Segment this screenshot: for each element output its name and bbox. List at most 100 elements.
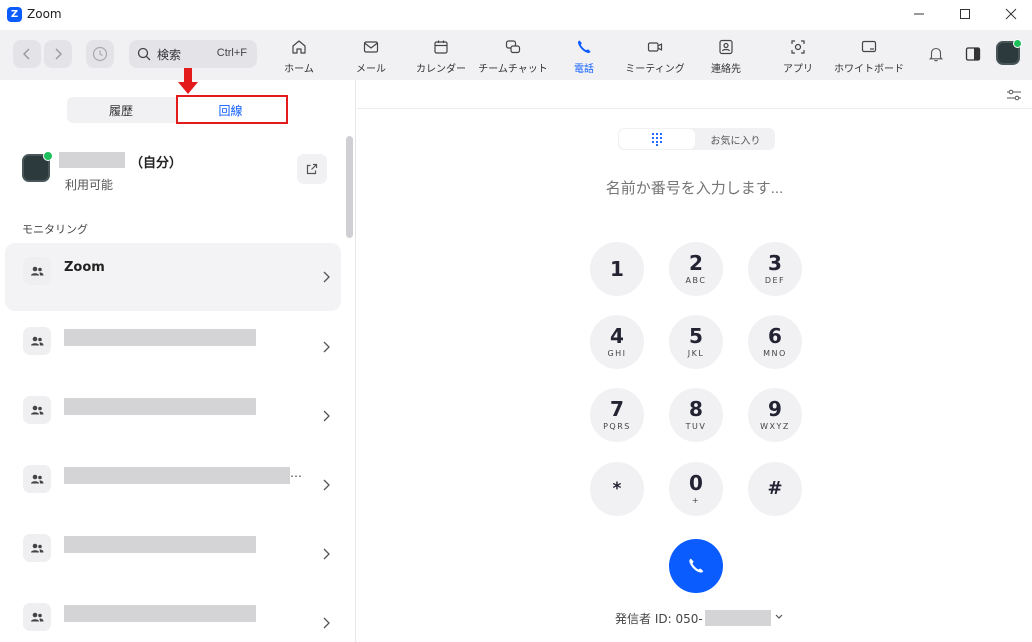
tab-team-chat[interactable]: チームチャット (478, 34, 548, 76)
key-star[interactable]: * (590, 462, 644, 516)
annotation-highlight-box (176, 95, 288, 124)
keypad-icon (651, 132, 663, 146)
redacted-line-name (64, 536, 256, 553)
line-item[interactable]: … (5, 451, 341, 519)
key-digit: 6 (768, 324, 782, 348)
tab-contacts[interactable]: 連絡先 (704, 34, 748, 76)
maximize-button[interactable] (950, 3, 980, 25)
tab-phone[interactable]: 電話 (564, 34, 604, 76)
tab-whiteboard[interactable]: ホワイトボード (834, 34, 904, 76)
key-6[interactable]: 6 MNO (748, 315, 802, 369)
group-icon (31, 266, 44, 276)
clock-icon (92, 46, 108, 62)
key-0[interactable]: 0 + (669, 462, 723, 516)
redacted-line-name (64, 605, 256, 622)
my-line-self-label: （自分） (130, 156, 183, 171)
line-name: Zoom (64, 260, 105, 275)
line-item[interactable] (5, 520, 341, 588)
profile-avatar[interactable] (996, 39, 1022, 65)
close-window-button[interactable] (996, 3, 1026, 25)
contacts-icon (719, 39, 733, 55)
main-toolbar: 検索 Ctrl+F ホーム メール カレンダー チームチャット 電話 ミーティン… (0, 30, 1032, 80)
tab-meetings[interactable]: ミーティング (625, 34, 685, 76)
shared-line-icon (23, 465, 51, 493)
shared-line-icon (23, 327, 51, 355)
key-7[interactable]: 7 PQRS (590, 388, 644, 442)
key-letters: ABC (685, 276, 707, 285)
dial-input[interactable] (357, 180, 1032, 197)
tab-team-chat-label: チームチャット (478, 64, 548, 75)
key-letters: TUV (685, 422, 707, 431)
key-1[interactable]: 1 (590, 242, 644, 296)
tab-calendar[interactable]: カレンダー (414, 34, 468, 76)
side-panel-button[interactable] (962, 43, 984, 65)
line-item[interactable] (5, 382, 341, 450)
line-item[interactable] (5, 313, 341, 381)
key-letters: GHI (607, 349, 627, 358)
key-8[interactable]: 8 TUV (669, 388, 723, 442)
key-digit: 2 (689, 251, 703, 275)
key-digit: 5 (689, 324, 703, 348)
call-button[interactable] (669, 539, 723, 593)
key-letters: JKL (687, 349, 705, 358)
scrollbar-thumb[interactable] (346, 136, 353, 238)
window-title: Zoom (27, 7, 62, 21)
group-icon (31, 474, 44, 484)
group-icon (31, 612, 44, 622)
key-letters: WXYZ (760, 422, 790, 431)
line-item-zoom[interactable]: Zoom (5, 243, 341, 311)
chevron-right-icon (323, 341, 330, 353)
tab-whiteboard-label: ホワイトボード (834, 64, 904, 75)
key-3[interactable]: 3 DEF (748, 242, 802, 296)
redacted-caller-number (705, 610, 771, 626)
key-letters: + (691, 496, 701, 505)
key-5[interactable]: 5 JKL (669, 315, 723, 369)
tab-favorites[interactable]: お気に入り (696, 128, 775, 150)
group-icon (31, 336, 44, 346)
settings-sliders-icon[interactable] (1006, 88, 1022, 102)
notifications-button[interactable] (925, 43, 947, 65)
shared-line-icon (23, 257, 51, 285)
history-button[interactable] (86, 40, 114, 68)
close-icon (1005, 8, 1017, 20)
mail-icon (363, 41, 379, 53)
tab-mail[interactable]: メール (350, 34, 392, 76)
key-2[interactable]: 2 ABC (669, 242, 723, 296)
tab-home[interactable]: ホーム (278, 34, 320, 76)
key-4[interactable]: 4 GHI (590, 315, 644, 369)
dialer-panel: お気に入り 1 2 ABC 3 DEF 4 GHI 5 JKL 6 MNO 7 … (357, 80, 1032, 642)
search-icon (137, 47, 151, 61)
truncation-ellipsis: … (290, 466, 302, 480)
chevron-right-icon (323, 410, 330, 422)
external-link-icon (306, 163, 318, 175)
tab-keypad[interactable] (619, 129, 695, 149)
video-icon (647, 42, 663, 52)
presence-available-indicator (1013, 39, 1022, 48)
shared-line-icon (23, 396, 51, 424)
key-letters: DEF (764, 276, 786, 285)
back-button[interactable] (13, 40, 41, 68)
title-bar: Z Zoom (0, 0, 1032, 30)
tab-apps[interactable]: アプリ (778, 34, 818, 76)
key-9[interactable]: 9 WXYZ (748, 388, 802, 442)
key-digit: # (767, 478, 783, 499)
group-icon (31, 405, 44, 415)
side-panel-icon (965, 47, 981, 61)
minimize-icon (914, 13, 924, 15)
key-digit: * (612, 479, 622, 499)
open-external-button[interactable] (297, 154, 327, 184)
minimize-button[interactable] (904, 3, 934, 25)
key-letters: MNO (763, 349, 787, 358)
key-digit: 0 (689, 471, 703, 495)
tab-contacts-label: 連絡先 (711, 64, 741, 75)
key-hash[interactable]: # (748, 462, 802, 516)
line-item[interactable] (5, 589, 341, 642)
key-digit: 8 (689, 397, 703, 421)
key-digit: 9 (768, 397, 782, 421)
chevron-right-icon (323, 548, 330, 560)
search-box[interactable]: 検索 Ctrl+F (129, 40, 257, 68)
key-digit: 4 (610, 324, 624, 348)
tab-history[interactable]: 履歴 (67, 97, 175, 123)
my-line-row: （自分） 利用可能 (22, 151, 334, 202)
forward-button[interactable] (44, 40, 72, 68)
